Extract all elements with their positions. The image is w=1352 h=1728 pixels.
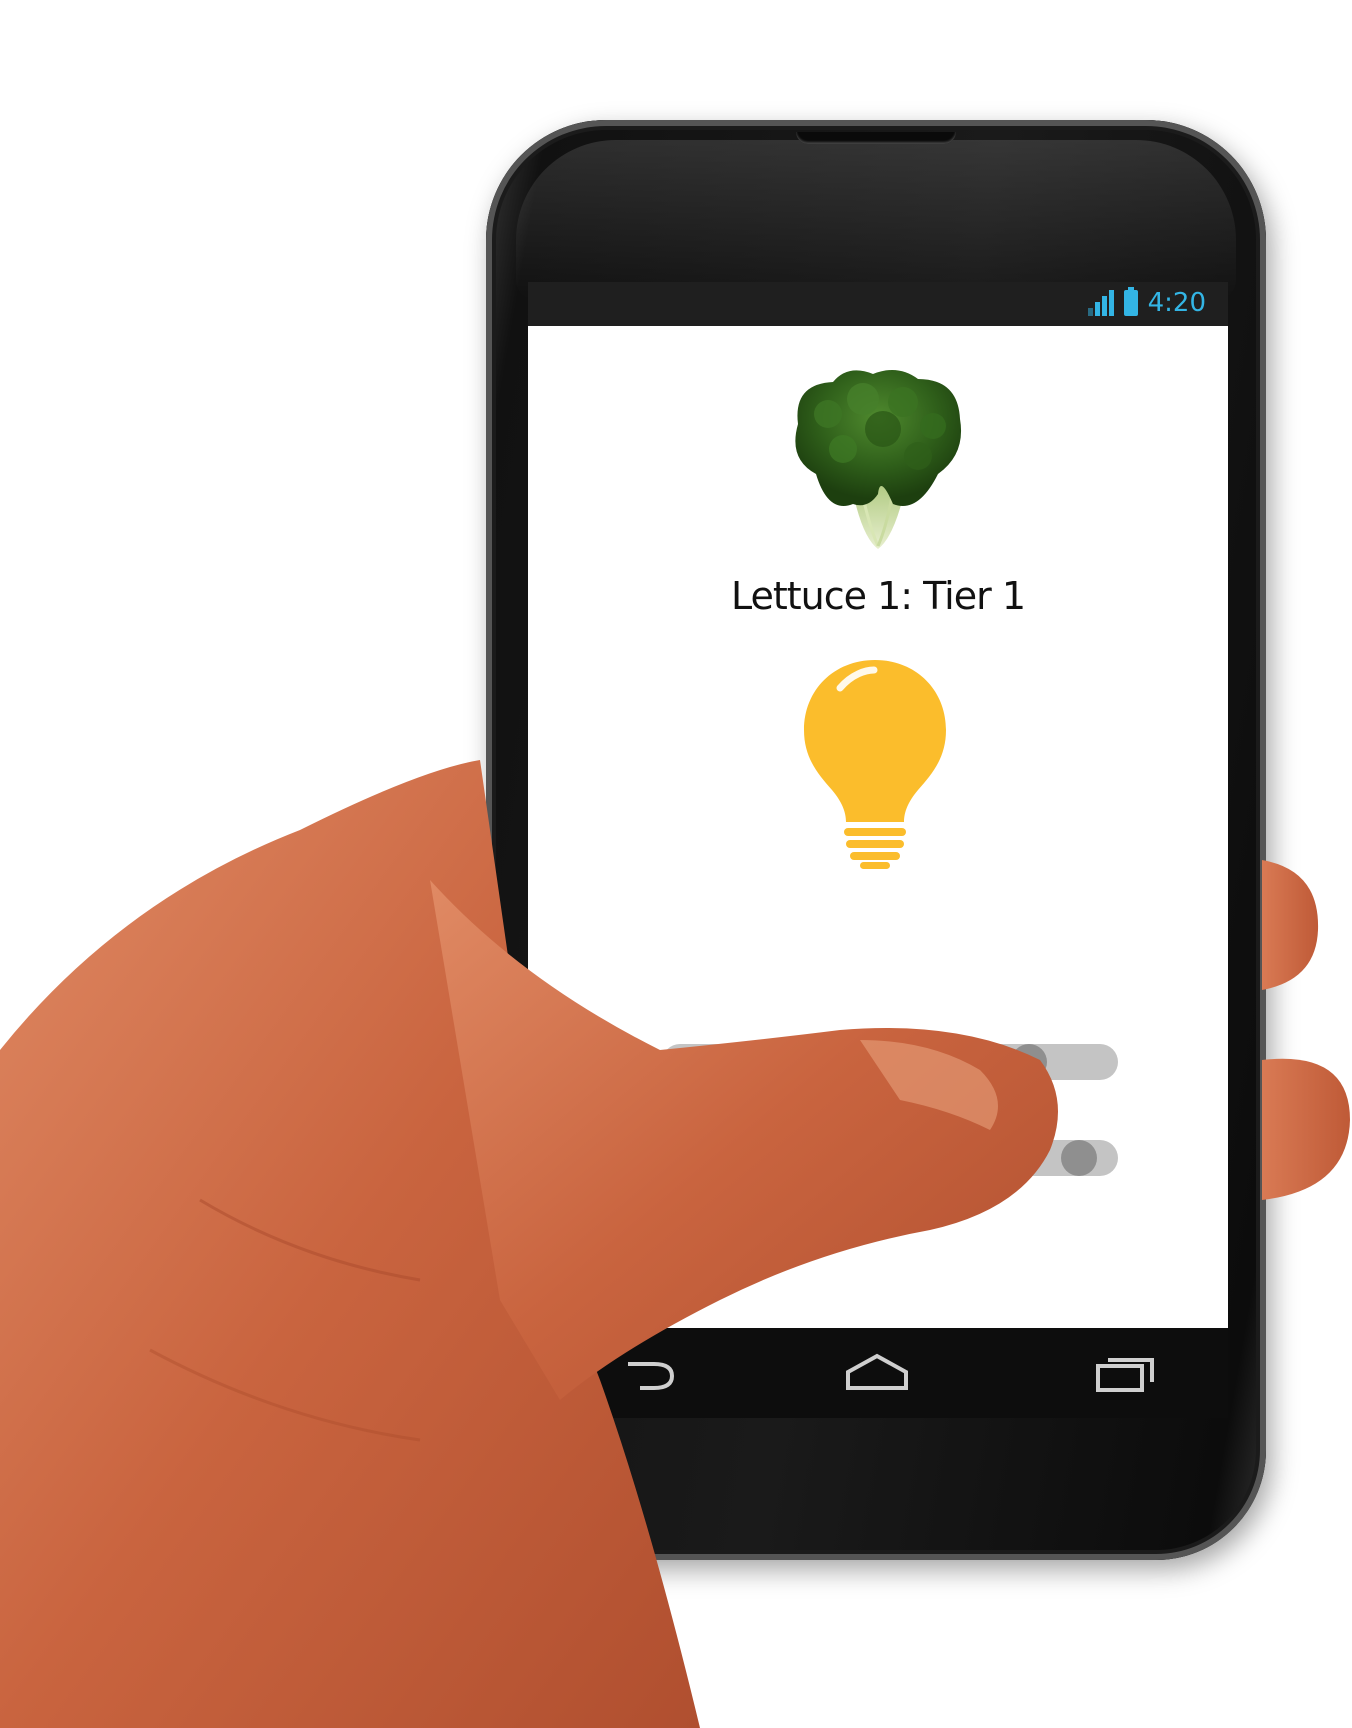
- phone-device: 4:20 Lettuce 1: Tier 1 Intensity: [486, 120, 1266, 1560]
- phone-sheen: [516, 140, 1236, 300]
- second-slider-thumb[interactable]: [1061, 1140, 1097, 1176]
- status-icons: 4:20: [1087, 287, 1206, 318]
- second-slider[interactable]: [662, 1140, 1118, 1176]
- recents-icon[interactable]: [1092, 1350, 1162, 1394]
- intensity-label: Intensity: [668, 1082, 817, 1123]
- app-screen: Lettuce 1: Tier 1 Intensity: [528, 326, 1228, 1328]
- plant-title: Lettuce 1: Tier 1: [730, 574, 1026, 618]
- battery-icon: [1123, 287, 1138, 316]
- earpiece-speaker: [796, 132, 956, 144]
- stage: 4:20 Lettuce 1: Tier 1 Intensity: [0, 0, 1352, 1728]
- intensity-slider[interactable]: [662, 1044, 1118, 1080]
- signal-icon: [1087, 290, 1114, 316]
- intensity-slider-thumb[interactable]: [1010, 1044, 1047, 1080]
- lettuce-image: [795, 370, 962, 549]
- navigation-bar: [528, 1328, 1228, 1418]
- home-icon[interactable]: [842, 1350, 912, 1394]
- lightbulb-icon[interactable]: [800, 656, 950, 871]
- back-icon[interactable]: [618, 1350, 688, 1394]
- status-bar: 4:20: [528, 282, 1228, 326]
- clock: 4:20: [1147, 288, 1206, 318]
